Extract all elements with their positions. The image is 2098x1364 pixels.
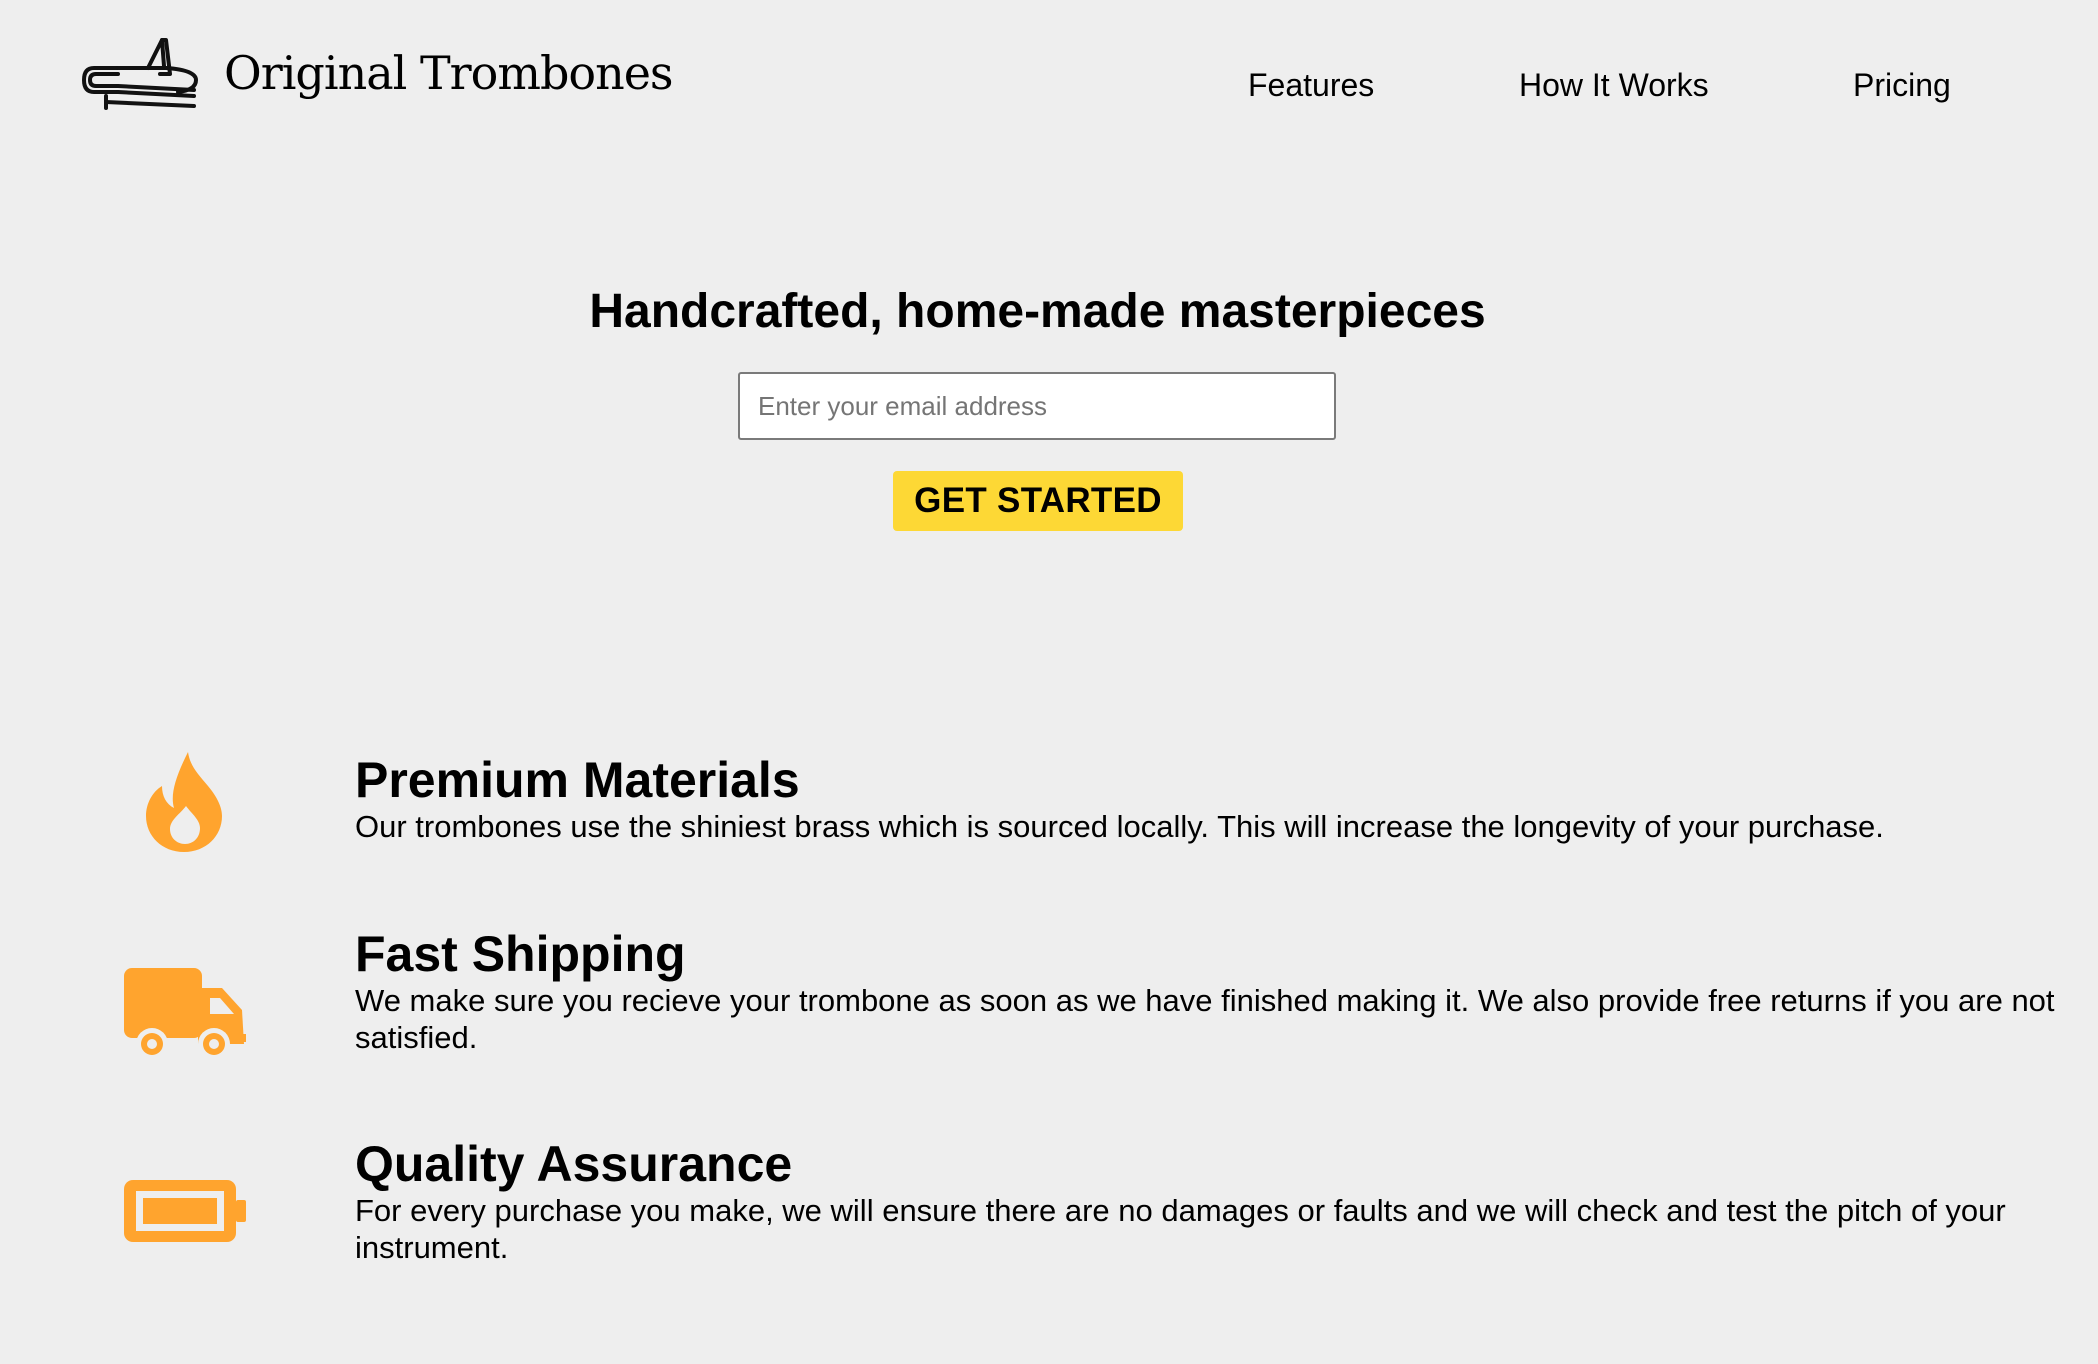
email-field[interactable] (738, 372, 1336, 440)
feature-title: Quality Assurance (355, 1136, 793, 1192)
feature-title: Premium Materials (355, 752, 800, 808)
feature-description: We make sure you recieve your trombone a… (355, 983, 2055, 1055)
feature-text: Premium Materials Our trombones use the … (355, 752, 2075, 845)
flame-icon (146, 752, 222, 852)
hero-title: Handcrafted, home-made masterpieces (589, 285, 1486, 338)
truck-icon (124, 968, 246, 1060)
feature-description: For every purchase you make, we will ens… (355, 1193, 2006, 1265)
nav-link-how-it-works[interactable]: How It Works (1519, 58, 1709, 112)
feature-text: Fast Shipping We make sure you recieve y… (355, 926, 2075, 1056)
feature-description: Our trombones use the shiniest brass whi… (355, 809, 1884, 844)
feature-title: Fast Shipping (355, 926, 686, 982)
site-header: Original Trombones Features How It Works… (0, 0, 2098, 160)
battery-icon (124, 1180, 246, 1242)
feature-text: Quality Assurance For every purchase you… (355, 1136, 2075, 1266)
nav-link-pricing[interactable]: Pricing (1853, 58, 1951, 112)
get-started-button[interactable]: GET STARTED (893, 471, 1183, 531)
nav-link-features[interactable]: Features (1248, 58, 1374, 112)
main-nav: Features How It Works Pricing (0, 58, 2098, 112)
